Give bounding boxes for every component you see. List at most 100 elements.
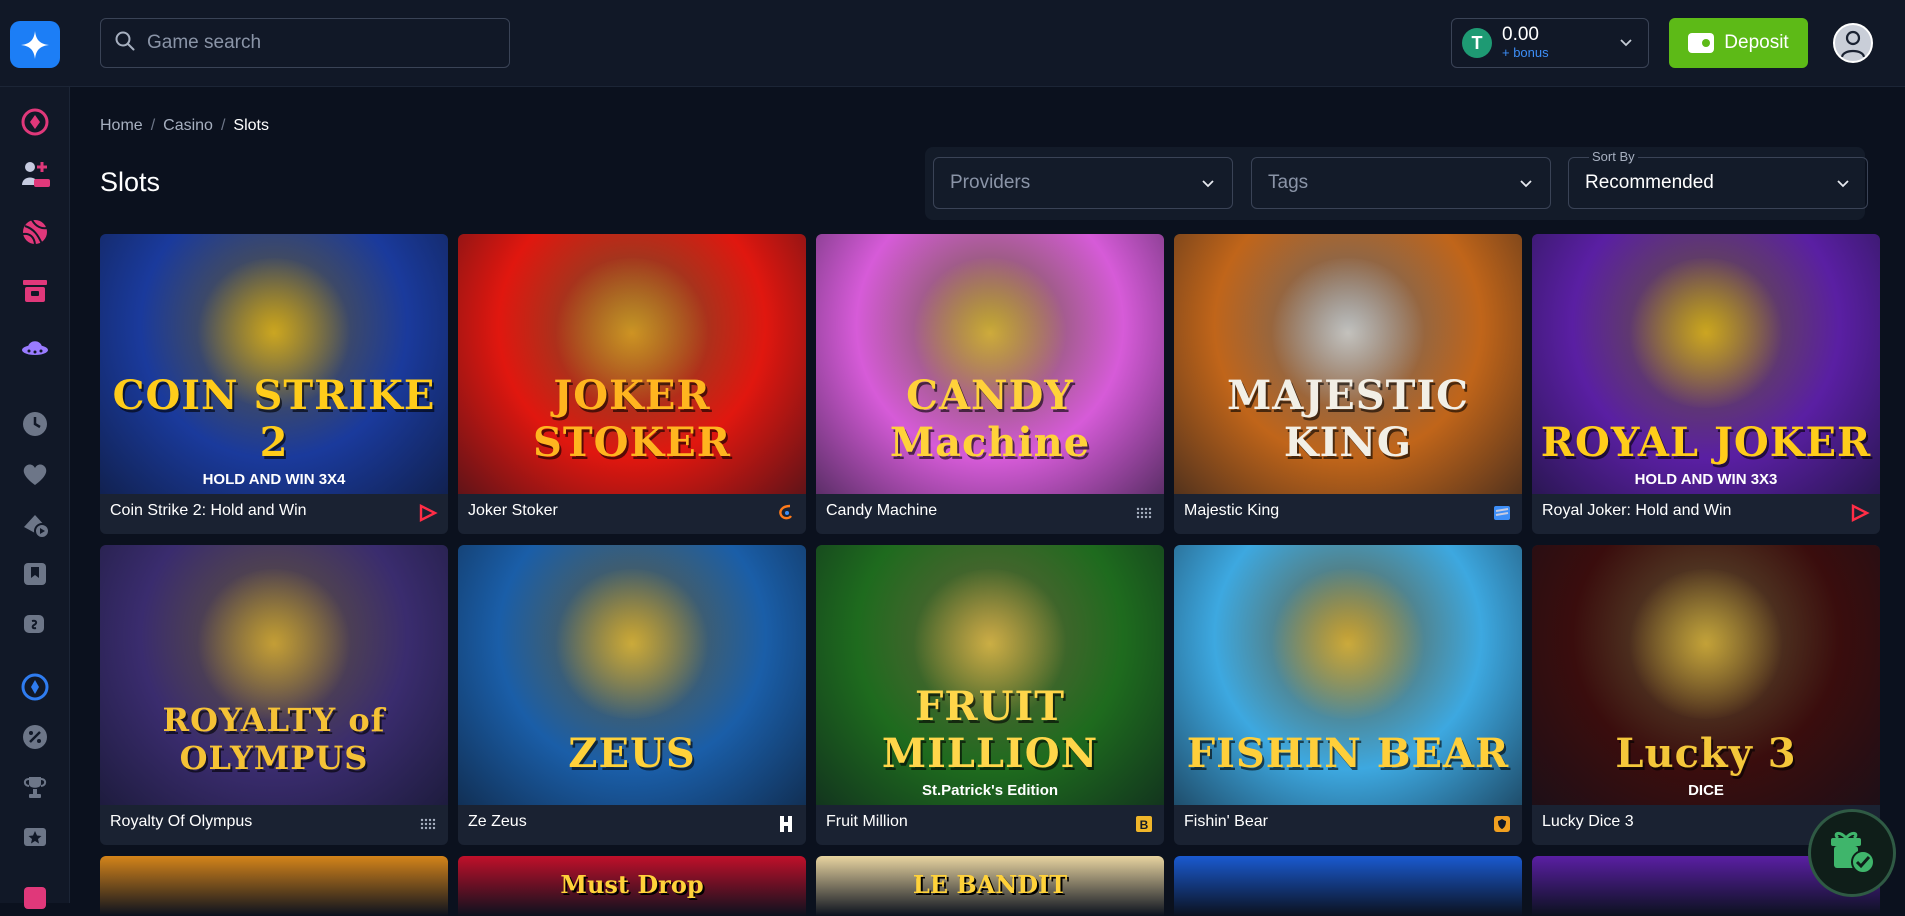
tags-select[interactable]: Tags: [1251, 157, 1551, 209]
sports-ball-icon[interactable]: [18, 215, 52, 249]
game-thumbnail[interactable]: JOKER STOKER: [458, 234, 806, 494]
search-input[interactable]: Game search: [100, 18, 510, 68]
bonus-label: + bonus: [1502, 45, 1549, 61]
gift-bonus-button[interactable]: [1808, 809, 1896, 897]
game-card[interactable]: Must Drop: [458, 856, 806, 916]
game-card[interactable]: CANDY Machine Candy Machine: [816, 234, 1164, 534]
provider-shield-badge-icon: [1492, 814, 1512, 834]
game-art-title: MAJESTIC KING: [1227, 372, 1469, 466]
compass-icon[interactable]: [18, 670, 52, 704]
game-card[interactable]: COIN STRIKE 2 HOLD AND WIN 3X4 Coin Strike…: [100, 234, 448, 534]
top-bar: Game search T 0.00 + bonus Deposit: [0, 0, 1905, 87]
promo-partial-icon[interactable]: [18, 879, 52, 913]
game-art-title: CANDY Machine: [889, 372, 1091, 466]
provider-b-badge-icon: B: [1134, 814, 1154, 834]
game-art-subtitle: St.Patrick's Edition: [921, 782, 1059, 799]
provider-dots-grid-icon: [418, 814, 438, 834]
game-card[interactable]: FRUIT MILLION St.Patrick's Edition Fruit M…: [816, 545, 1164, 845]
provider-swirl-icon: [776, 503, 796, 523]
game-thumbnail[interactable]: ROYALTY of OLYMPUS: [100, 545, 448, 805]
gift-check-icon: [1825, 824, 1879, 883]
live-casino-icon[interactable]: [18, 157, 52, 191]
ufo-icon[interactable]: [18, 331, 52, 365]
page-title: Slots: [100, 167, 161, 197]
game-thumbnail[interactable]: ZEUS: [458, 545, 806, 805]
game-art-title: ZEUS: [568, 730, 696, 777]
gift-box-icon[interactable]: [18, 273, 52, 307]
heart-icon[interactable]: [18, 457, 52, 491]
provider-play-arrow-icon: [1850, 503, 1870, 523]
game-thumbnail[interactable]: CANDY Machine: [816, 234, 1164, 494]
game-card[interactable]: ROYALTY of OLYMPUS Royalty Of Olympus: [100, 545, 448, 845]
chevron-down-icon: [1518, 175, 1534, 197]
game-thumbnail[interactable]: Lucky 3 DICE: [1532, 545, 1880, 805]
game-card[interactable]: Lucky 3 DICE Lucky Dice 3: [1532, 545, 1880, 845]
balance-selector[interactable]: T 0.00 + bonus: [1451, 18, 1649, 68]
deposit-label: Deposit: [1724, 32, 1789, 53]
deposit-button[interactable]: Deposit: [1669, 18, 1808, 68]
game-thumbnail[interactable]: FISHIN BEAR: [1174, 545, 1522, 805]
chevron-down-icon: [1200, 175, 1216, 197]
avatar[interactable]: [1833, 23, 1873, 63]
promo-icon[interactable]: [18, 720, 52, 754]
game-card[interactable]: ZEUS Ze Zeus: [458, 545, 806, 845]
tags-placeholder: Tags: [1268, 172, 1309, 193]
game-card[interactable]: ROYAL JOKER HOLD AND WIN 3X3 Royal Joker: …: [1532, 234, 1880, 534]
game-art-title: FISHIN BEAR: [1186, 730, 1510, 777]
game-art-title: LE BANDIT: [912, 870, 1068, 899]
game-card[interactable]: [100, 856, 448, 916]
filter-bar: Providers Tags Sort By Recommended: [925, 147, 1868, 220]
chevron-down-icon: [1618, 34, 1634, 55]
game-art-title: FRUIT MILLION: [881, 683, 1099, 777]
breadcrumb: Home / Casino / Slots: [100, 117, 269, 134]
star-ticket-icon[interactable]: [18, 820, 52, 854]
sort-value: Recommended: [1585, 172, 1714, 193]
game-title: Royal Joker: Hold and Win: [1542, 502, 1732, 519]
providers-placeholder: Providers: [950, 172, 1031, 193]
game-title: Fruit Million: [826, 813, 908, 830]
sort-select[interactable]: Sort By Recommended: [1568, 149, 1868, 209]
balance-amount: 0.00: [1502, 24, 1539, 46]
game-title: Joker Stoker: [468, 502, 558, 519]
game-card[interactable]: FISHIN BEAR Fishin' Bear: [1174, 545, 1522, 845]
game-art-subtitle: DICE: [1688, 782, 1724, 799]
game-art-title: JOKER STOKER: [533, 372, 731, 466]
chevron-down-icon: [1835, 175, 1851, 197]
provider-layers-icon: [1492, 503, 1512, 523]
game-title: Ze Zeus: [468, 813, 527, 830]
game-art-title: ROYAL JOKER: [1540, 419, 1872, 466]
game-title: Fishin' Bear: [1184, 813, 1268, 830]
tether-coin-icon: T: [1462, 28, 1492, 58]
provider-h-logo-icon: [776, 814, 796, 834]
svg-text:B: B: [1140, 818, 1149, 832]
clock-icon[interactable]: [18, 407, 52, 441]
game-title: Coin Strike 2: Hold and Win: [110, 502, 307, 519]
game-card[interactable]: LE BANDIT: [816, 856, 1164, 916]
search-placeholder: Game search: [147, 32, 262, 53]
game-art-title: Must Drop: [560, 870, 704, 899]
game-card[interactable]: JOKER STOKER Joker Stoker: [458, 234, 806, 534]
bookmark-icon[interactable]: [18, 557, 52, 591]
game-thumbnail[interactable]: FRUIT MILLION St.Patrick's Edition: [816, 545, 1164, 805]
game-art-title: Lucky 3: [1615, 730, 1797, 777]
game-title: Candy Machine: [826, 502, 938, 519]
logo-icon[interactable]: [10, 21, 60, 68]
game-thumbnail[interactable]: ROYAL JOKER HOLD AND WIN 3X3: [1532, 234, 1880, 494]
game-card[interactable]: [1174, 856, 1522, 916]
game-card[interactable]: MAJESTIC KING Majestic King: [1174, 234, 1522, 534]
game-title: Royalty Of Olympus: [110, 813, 253, 830]
trophy-icon[interactable]: [18, 770, 52, 804]
provider-dots-grid-icon: [1134, 503, 1154, 523]
providers-select[interactable]: Providers: [933, 157, 1233, 209]
breadcrumb-casino[interactable]: Casino: [163, 117, 213, 134]
game-art-title: ROYALTY of OLYMPUS: [162, 701, 386, 777]
new-games-icon[interactable]: [18, 507, 52, 541]
breadcrumb-home[interactable]: Home: [100, 117, 143, 134]
search-icon: [115, 31, 135, 56]
poker-chip-icon[interactable]: [18, 105, 52, 139]
sidebar: [0, 87, 70, 909]
game-thumbnail[interactable]: COIN STRIKE 2 HOLD AND WIN 3X4: [100, 234, 448, 494]
chat-icon[interactable]: [18, 607, 52, 641]
breadcrumb-current: Slots: [233, 117, 269, 134]
game-thumbnail[interactable]: MAJESTIC KING: [1174, 234, 1522, 494]
